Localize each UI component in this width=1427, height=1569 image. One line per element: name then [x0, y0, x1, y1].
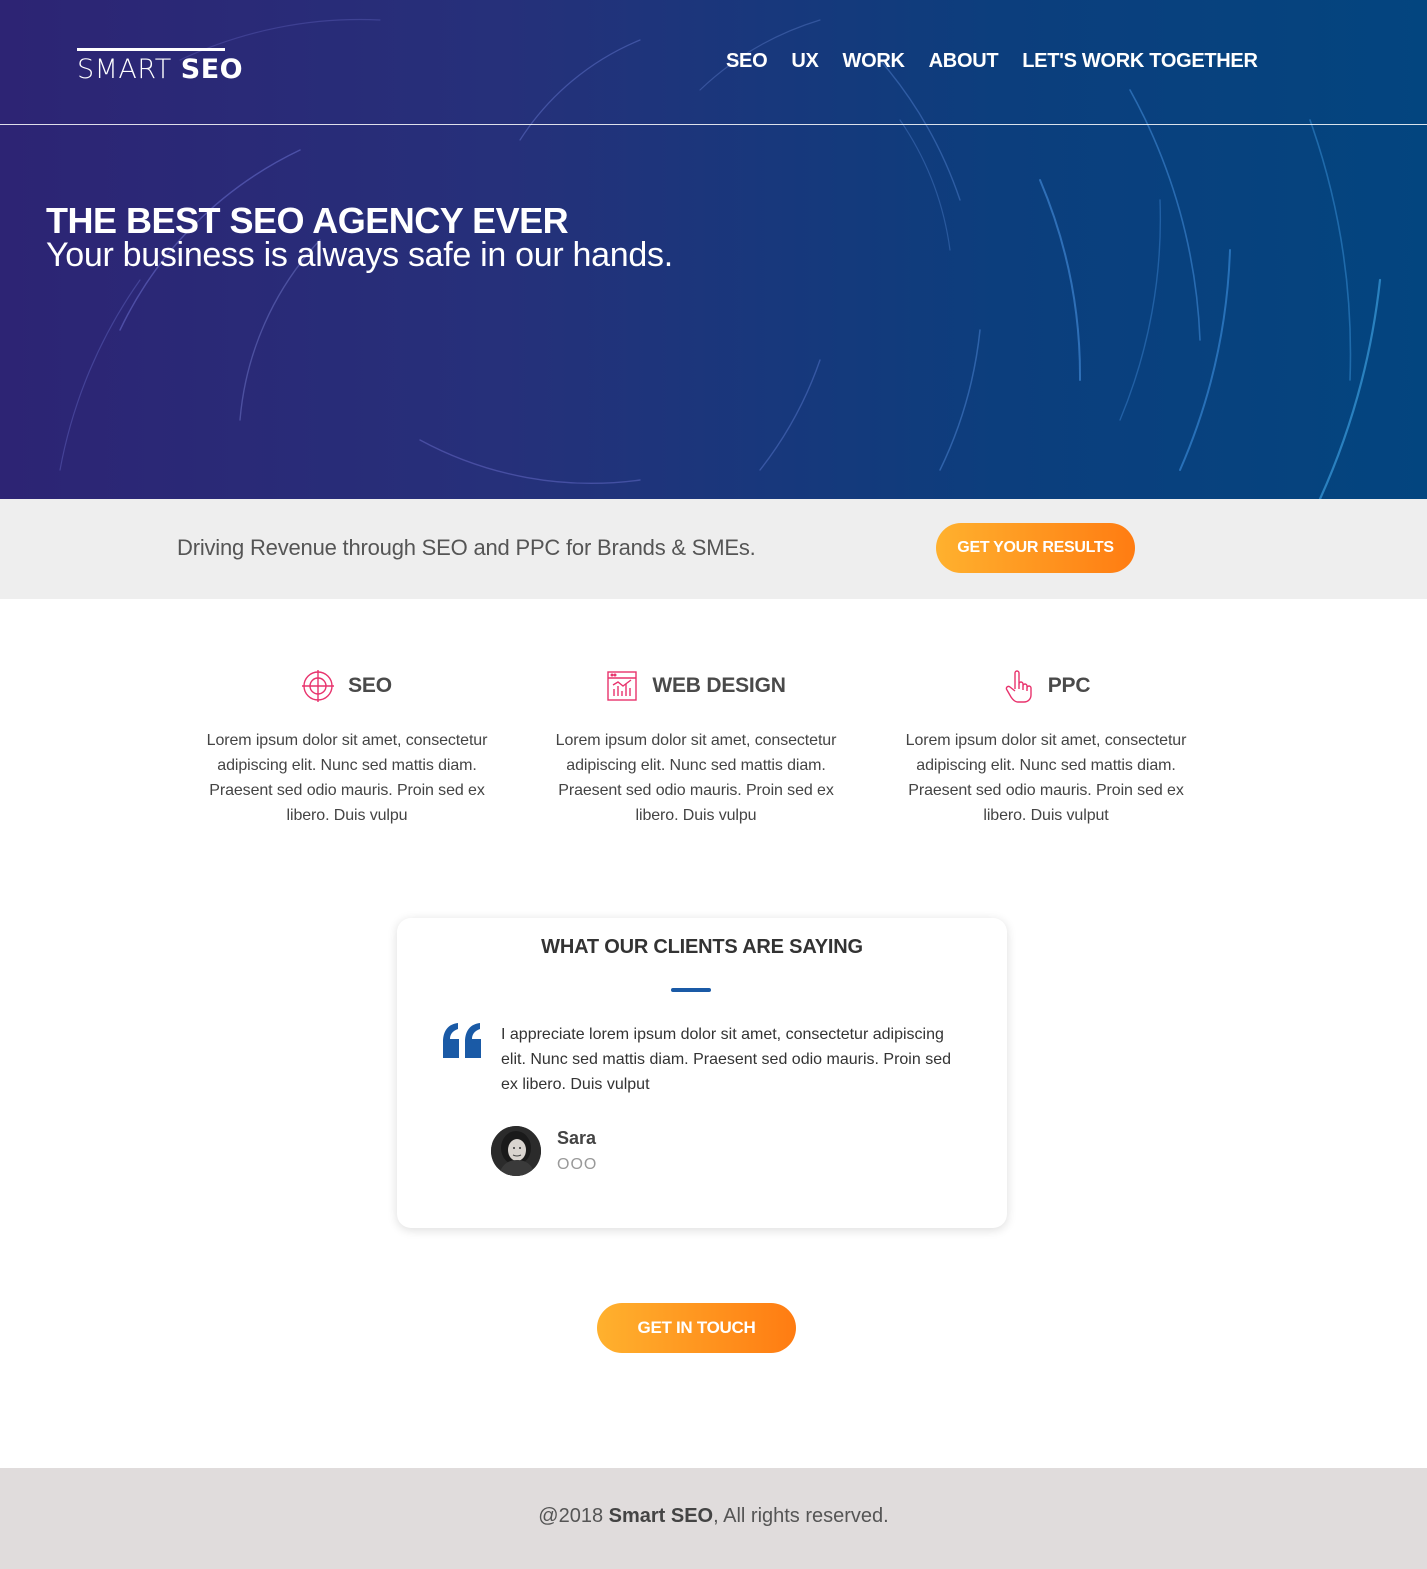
hero-subtitle: Your business is always safe in our hand…	[46, 236, 673, 274]
nav-link-seo[interactable]: SEO	[726, 50, 768, 73]
pointer-hand-icon	[1005, 670, 1032, 703]
service-title: WEB DESIGN	[652, 674, 786, 697]
testimonial-author-name: Sara	[557, 1128, 597, 1148]
logo-text-light: SMART	[77, 54, 172, 85]
chart-browser-icon	[607, 671, 638, 701]
service-description: Lorem ipsum dolor sit amet, consectetur …	[905, 732, 1187, 824]
nav-link-work-together[interactable]: LET'S WORK TOGETHER	[1022, 50, 1258, 73]
service-description: Lorem ipsum dolor sit amet, consectetur …	[555, 732, 837, 824]
cta-strip: Driving Revenue through SEO and PPC for …	[0, 499, 1427, 599]
service-title: PPC	[1047, 674, 1091, 697]
get-in-touch-button[interactable]: GET IN TOUCH	[597, 1303, 796, 1353]
service-description: Lorem ipsum dolor sit amet, consectetur …	[206, 732, 488, 824]
logo-bar	[77, 48, 225, 51]
service-web-design: WEB DESIGN Lorem ipsum dolor sit amet, c…	[546, 666, 846, 828]
service-seo: SEO Lorem ipsum dolor sit amet, consecte…	[197, 666, 497, 828]
nav-link-about[interactable]: ABOUT	[929, 50, 999, 73]
testimonial-author-role: OOO	[557, 1156, 598, 1173]
testimonial-heading: WHAT OUR CLIENTS ARE SAYING	[541, 936, 863, 958]
service-title: SEO	[348, 674, 392, 697]
testimonial-quote: I appreciate lorem ipsum dolor sit amet,…	[501, 1026, 951, 1093]
hero-section: SMART SEO SEO UX WORK ABOUT LET'S WORK T…	[0, 0, 1427, 499]
quote-icon	[443, 1023, 481, 1058]
footer: @2018 Smart SEO, All rights reserved.	[0, 1468, 1427, 1569]
cta-strip-text: Driving Revenue through SEO and PPC for …	[177, 535, 756, 560]
logo-text-bold: SEO	[180, 54, 244, 85]
get-your-results-button[interactable]: GET YOUR RESULTS	[936, 523, 1135, 573]
main-nav: SEO UX WORK ABOUT LET'S WORK TOGETHER	[726, 50, 1258, 73]
top-navigation-bar: SMART SEO SEO UX WORK ABOUT LET'S WORK T…	[0, 0, 1427, 125]
avatar	[491, 1126, 541, 1176]
avatar-portrait	[491, 1126, 541, 1176]
copyright-text: @2018 Smart SEO, All rights reserved.	[538, 1505, 889, 1527]
nav-link-ux[interactable]: UX	[791, 50, 818, 73]
service-ppc: PPC Lorem ipsum dolor sit amet, consecte…	[896, 666, 1196, 828]
heading-underline	[671, 988, 711, 992]
testimonial-card: WHAT OUR CLIENTS ARE SAYING I appreciate…	[397, 918, 1007, 1228]
target-icon	[302, 670, 335, 702]
nav-link-work[interactable]: WORK	[843, 50, 905, 73]
